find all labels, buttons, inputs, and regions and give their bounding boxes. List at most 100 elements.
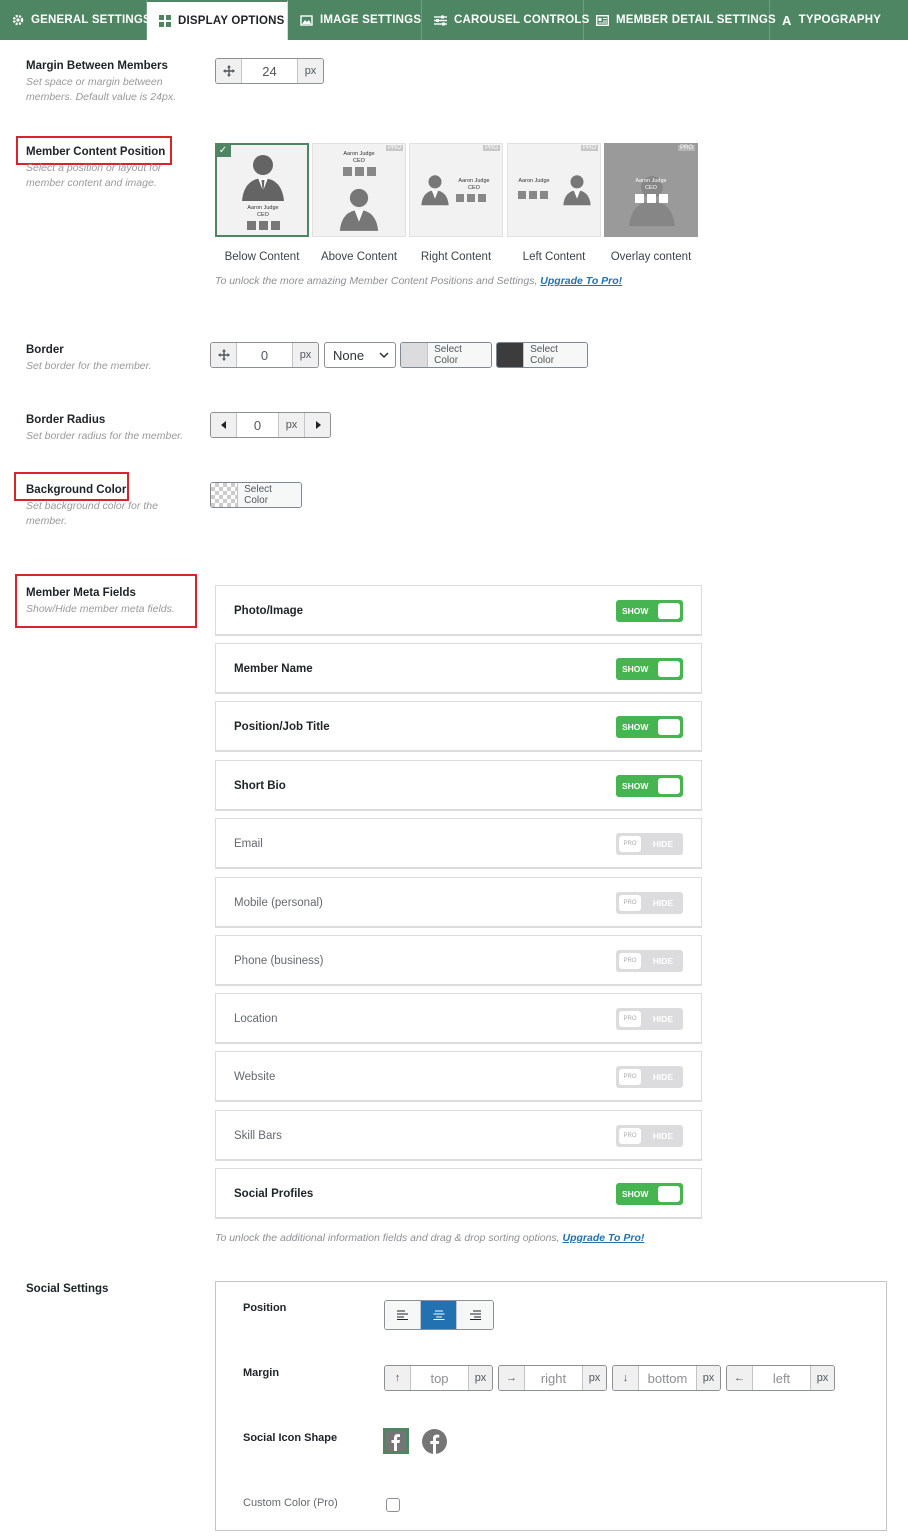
hide-toggle[interactable]: HIDE PRO	[616, 950, 683, 972]
position-option-right[interactable]: PRO Aaron Judge CEO	[409, 143, 503, 237]
hide-toggle[interactable]: HIDE PRO	[616, 1066, 683, 1088]
align-center-button[interactable]	[421, 1301, 457, 1329]
tab-image-settings[interactable]: IMAGE SETTINGS	[288, 0, 422, 40]
note-text: To unlock the more amazing Member Conten…	[215, 275, 541, 287]
position-option-overlay[interactable]: PRO Aaron Judge CEO	[604, 143, 698, 237]
sample-role: CEO	[257, 212, 269, 218]
meta-field-row: Position/Job Title SHOW	[215, 701, 702, 752]
custom-color-label: Custom Color (Pro)	[243, 1497, 338, 1509]
margin-left-group: ← left px	[726, 1365, 835, 1391]
checkmark-icon: ✓	[215, 143, 231, 157]
move-icon	[216, 59, 242, 83]
position-option-below[interactable]: ✓ Aaron Judge CEO	[215, 143, 309, 237]
toggle-label: HIDE	[652, 1072, 673, 1082]
margin-input[interactable]: 24	[242, 59, 297, 83]
member-avatar-icon	[421, 175, 449, 206]
meta-field-row: Photo/Image SHOW	[215, 585, 702, 636]
tab-carousel-controls[interactable]: CAROUSEL CONTROLS	[422, 0, 589, 40]
sample-name: Aaron Judge	[343, 151, 375, 157]
show-toggle[interactable]: SHOW	[616, 1183, 683, 1205]
toggle-knob	[658, 778, 680, 794]
align-center-icon	[433, 1310, 444, 1320]
position-label-above: Above Content	[320, 251, 398, 263]
round-facebook-icon[interactable]	[422, 1429, 447, 1454]
show-toggle[interactable]: SHOW	[616, 658, 683, 680]
hide-toggle[interactable]: HIDE PRO	[616, 1125, 683, 1147]
background-color-picker[interactable]: Select Color	[210, 482, 302, 508]
meta-field-row: Phone (business) HIDE PRO	[215, 935, 702, 986]
hide-toggle[interactable]: HIDE PRO	[616, 1008, 683, 1030]
social-margin-label: Margin	[243, 1367, 280, 1379]
tab-display-options[interactable]: DISPLAY OPTIONS	[147, 0, 288, 40]
meta-field-label: Member Name	[234, 663, 313, 675]
social-icon-shape-label: Social Icon Shape	[243, 1432, 338, 1444]
hide-toggle[interactable]: HIDE PRO	[616, 892, 683, 914]
border-radius-setting-label: Border Radius Set border radius for the …	[26, 414, 201, 444]
margin-bottom-input[interactable]: bottom	[639, 1366, 696, 1390]
border-hover-color-picker[interactable]: Select Color	[496, 342, 588, 368]
show-toggle[interactable]: SHOW	[616, 600, 683, 622]
meta-fields-setting-label: Member Meta Fields Show/Hide member meta…	[26, 587, 191, 617]
hide-toggle[interactable]: HIDE PRO	[616, 833, 683, 855]
toggle-label: SHOW	[622, 722, 649, 732]
square-facebook-icon[interactable]	[383, 1428, 409, 1454]
margin-left-input[interactable]: left	[753, 1366, 810, 1390]
meta-field-label: Phone (business)	[234, 955, 324, 967]
unit-label: px	[297, 59, 323, 83]
position-option-left[interactable]: PRO Aaron Judge	[507, 143, 601, 237]
border-radius-input[interactable]: 0	[237, 413, 278, 437]
tab-typography[interactable]: A TYPOGRAPHY	[770, 0, 908, 40]
note-text: To unlock the additional information fie…	[215, 1232, 563, 1244]
toggle-knob: PRO	[619, 836, 641, 852]
social-position-label: Position	[243, 1302, 287, 1314]
show-toggle[interactable]: SHOW	[616, 775, 683, 797]
meta-field-label: Short Bio	[234, 780, 286, 792]
arrow-up-icon: ↑	[385, 1366, 411, 1390]
meta-field-row: Mobile (personal) HIDE PRO	[215, 877, 702, 928]
increment-button[interactable]	[304, 413, 330, 437]
toggle-knob: PRO	[619, 1069, 641, 1085]
toggle-knob: PRO	[619, 1128, 641, 1144]
meta-field-label: Location	[234, 1013, 278, 1025]
tab-general-settings[interactable]: GENERAL SETTINGS	[0, 0, 151, 40]
toggle-knob: PRO	[619, 1011, 641, 1027]
tab-label: GENERAL SETTINGS	[31, 14, 151, 26]
meta-field-row: Location HIDE PRO	[215, 993, 702, 1044]
align-right-button[interactable]	[457, 1301, 493, 1329]
border-style-select[interactable]: None	[324, 342, 396, 368]
social-icons	[635, 194, 668, 203]
toggle-knob	[658, 719, 680, 735]
tab-member-detail-settings[interactable]: MEMBER DETAIL SETTINGS	[584, 0, 776, 40]
social-settings-label: Social Settings	[26, 1283, 108, 1295]
background-color-setting-label: Background Color Set background color fo…	[26, 484, 181, 529]
decrement-button[interactable]	[211, 413, 237, 437]
tab-label: DISPLAY OPTIONS	[178, 15, 285, 27]
image-icon	[300, 14, 313, 26]
align-left-button[interactable]	[385, 1301, 421, 1329]
upgrade-link[interactable]: Upgrade To Pro!	[563, 1232, 645, 1244]
margin-right-input[interactable]: right	[525, 1366, 582, 1390]
id-card-icon	[596, 14, 609, 26]
upgrade-link[interactable]: Upgrade To Pro!	[540, 275, 622, 287]
border-color-picker[interactable]: Select Color	[400, 342, 492, 368]
border-width-input[interactable]: 0	[237, 343, 292, 367]
position-option-above[interactable]: PRO Aaron Judge CEO	[312, 143, 406, 237]
setting-description: Set border radius for the member.	[26, 430, 184, 442]
setting-title: Background Color	[26, 484, 127, 496]
pro-badge: PRO	[482, 145, 500, 151]
grid-icon	[159, 15, 171, 27]
custom-color-checkbox[interactable]	[386, 1498, 400, 1512]
toggle-label: SHOW	[622, 606, 649, 616]
toggle-knob	[658, 603, 680, 619]
toggle-knob: PRO	[619, 953, 641, 969]
show-toggle[interactable]: SHOW	[616, 716, 683, 738]
toggle-knob	[658, 661, 680, 677]
setting-title: Social Settings	[26, 1283, 109, 1295]
border-style-value: None	[333, 347, 365, 363]
settings-tabs: GENERAL SETTINGS DISPLAY OPTIONS IMAGE S…	[0, 0, 908, 40]
toggle-knob	[658, 1186, 680, 1202]
margin-setting-label: Margin Between Members Set space or marg…	[26, 60, 191, 105]
border-width-group: 0 px	[210, 342, 319, 368]
margin-top-input[interactable]: top	[411, 1366, 468, 1390]
toggle-label: HIDE	[652, 1014, 673, 1024]
